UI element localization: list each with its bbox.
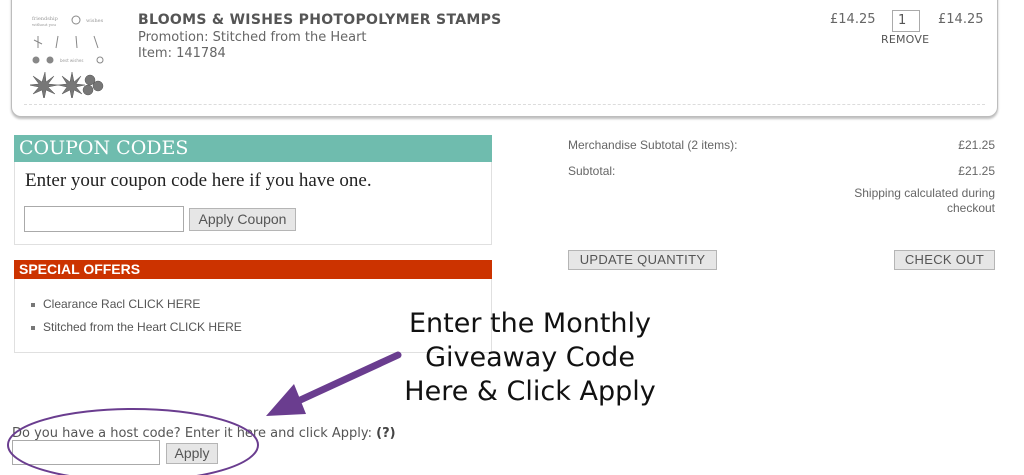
arrow-annotation bbox=[266, 351, 402, 416]
annotation-overlay bbox=[7, 351, 402, 475]
circle-annotation bbox=[7, 408, 259, 475]
